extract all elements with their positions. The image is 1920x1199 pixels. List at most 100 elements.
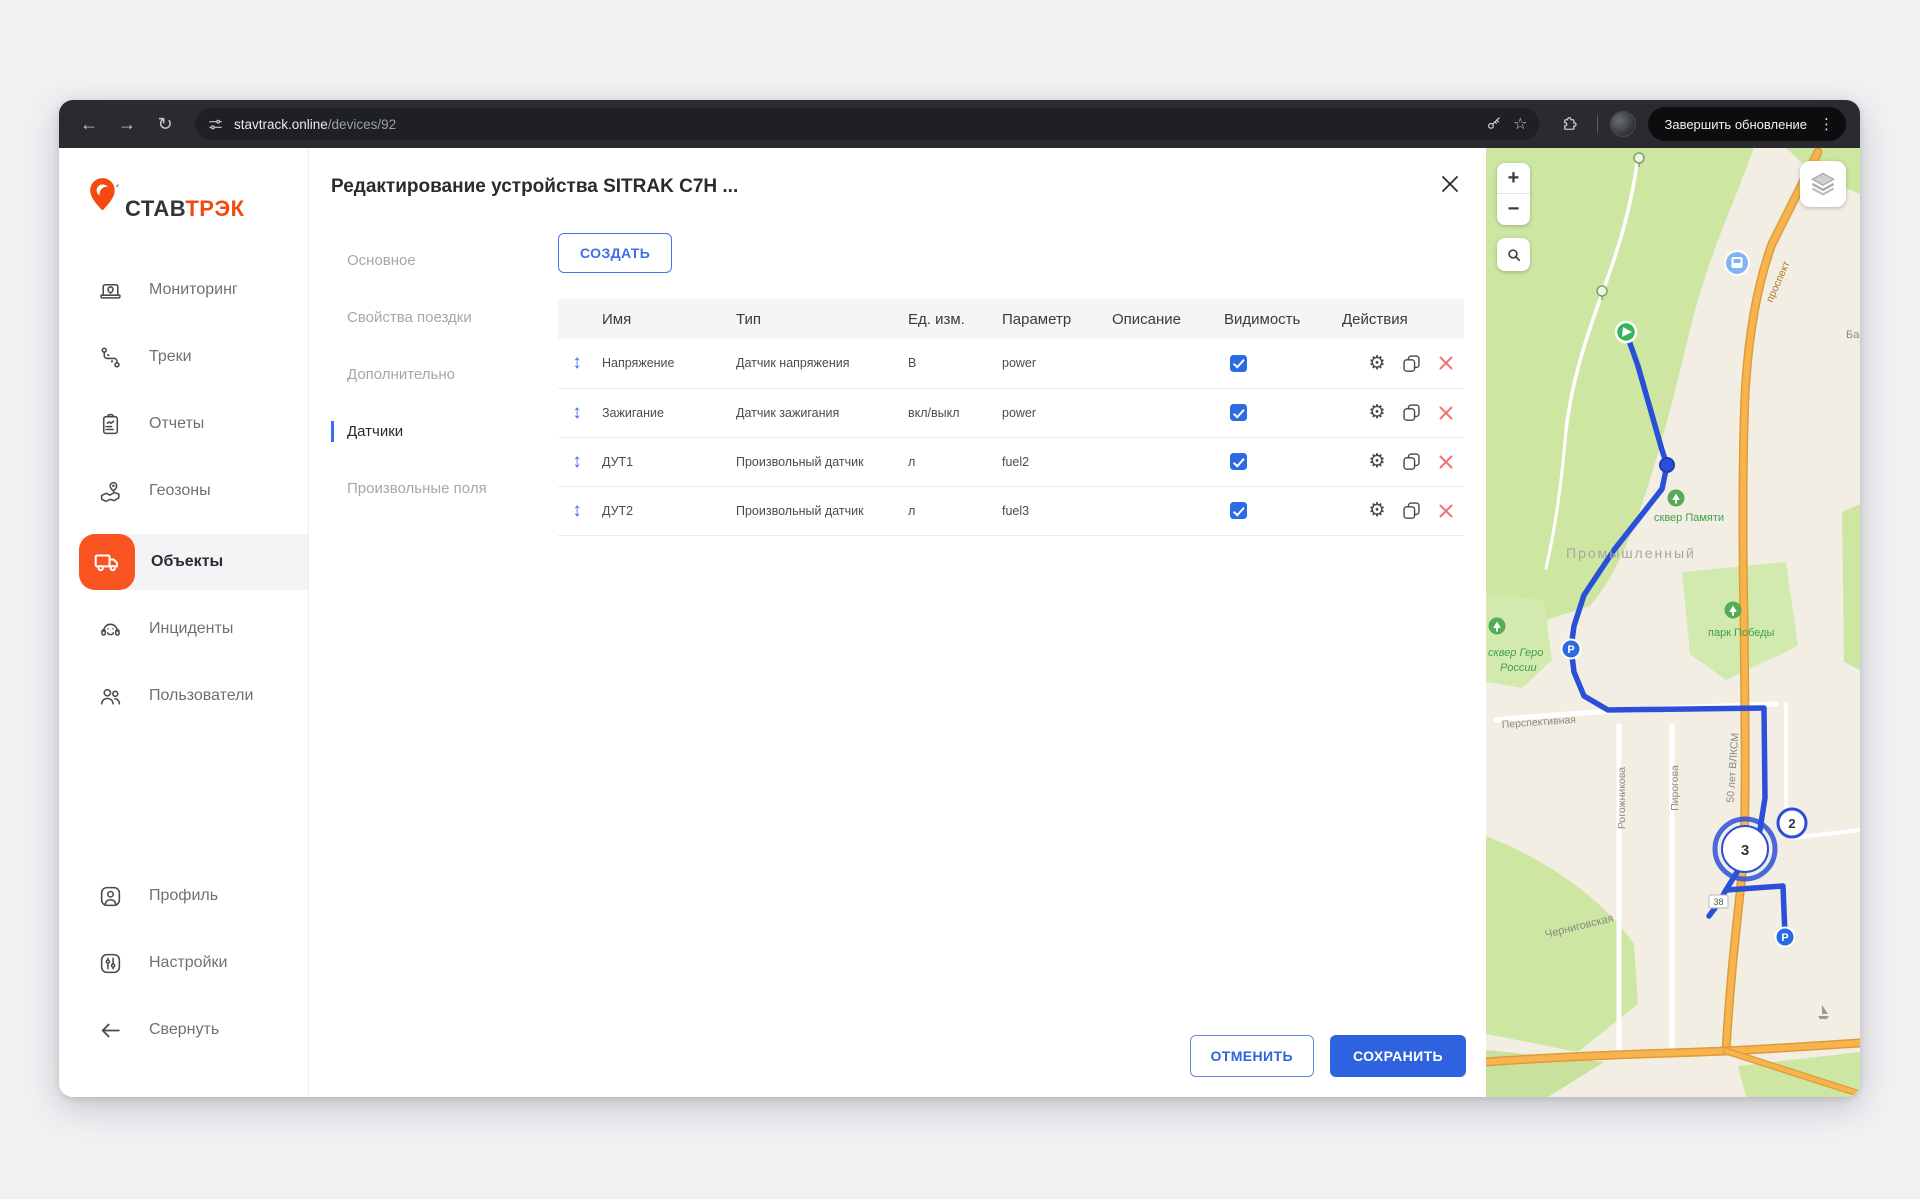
monitoring-icon bbox=[97, 277, 123, 303]
save-button[interactable]: СОХРАНИТЬ bbox=[1330, 1035, 1466, 1077]
cluster-marker-big[interactable]: 3 bbox=[1715, 819, 1775, 879]
editor-tab[interactable]: Основное bbox=[331, 250, 541, 271]
finish-update-button[interactable]: Завершить обновление ⋮ bbox=[1648, 107, 1846, 141]
cluster-marker-small[interactable]: 2 bbox=[1778, 809, 1806, 837]
close-icon[interactable] bbox=[1436, 170, 1464, 198]
logo-pin-icon bbox=[85, 175, 123, 226]
chrome-menu-icon[interactable]: ⋮ bbox=[1819, 115, 1834, 133]
visibility-checkbox[interactable] bbox=[1230, 404, 1247, 421]
sensor-settings-icon[interactable]: ⚙ bbox=[1365, 401, 1389, 425]
sensor-settings-icon[interactable]: ⚙ bbox=[1365, 499, 1389, 523]
map-search-button[interactable] bbox=[1497, 238, 1530, 271]
map-panel[interactable]: P P 38 2 bbox=[1486, 148, 1860, 1097]
sidebar-item-label: Инциденты bbox=[149, 620, 233, 638]
objects-truck-icon bbox=[79, 534, 135, 590]
sidebar-item-objects[interactable]: Объекты bbox=[79, 534, 308, 590]
sensor-delete-icon[interactable] bbox=[1434, 401, 1458, 425]
sensor-type: Произвольный датчик bbox=[730, 437, 902, 486]
device-editor-panel: Редактирование устройства SITRAK C7H ...… bbox=[309, 148, 1486, 1097]
sensor-copy-icon[interactable] bbox=[1400, 450, 1424, 474]
visibility-checkbox[interactable] bbox=[1230, 453, 1247, 470]
password-key-icon[interactable] bbox=[1485, 115, 1503, 133]
map-layers-button[interactable] bbox=[1800, 161, 1846, 207]
map-label-street: Бас bbox=[1846, 329, 1860, 341]
route-waypoint-dot[interactable] bbox=[1660, 458, 1674, 472]
sidebar-item-users[interactable]: Пользователи bbox=[59, 672, 308, 720]
road-shield: 38 bbox=[1709, 895, 1728, 908]
editor-tab[interactable]: Произвольные поля bbox=[331, 478, 541, 499]
editor-tab[interactable]: Свойства поездки bbox=[331, 307, 541, 328]
site-settings-icon[interactable] bbox=[207, 116, 224, 133]
drag-handle-icon[interactable]: ↕ bbox=[572, 402, 582, 423]
bus-stop-icon bbox=[1725, 251, 1749, 275]
drag-handle-icon[interactable]: ↕ bbox=[572, 451, 582, 472]
column-header: Параметр bbox=[996, 299, 1106, 339]
sidebar-item-monitoring[interactable]: Мониторинг bbox=[59, 266, 308, 314]
sensor-type: Датчик зажигания bbox=[730, 388, 902, 437]
map-zoom-control: + − bbox=[1497, 163, 1530, 225]
map-label-district: Промышленный bbox=[1566, 545, 1696, 561]
logo-text: СТАВТРЭК bbox=[125, 198, 245, 226]
sensor-unit: вкл/выкл bbox=[902, 388, 996, 437]
table-header-row: Имя Тип Ед. изм. Параметр Описание Видим… bbox=[558, 299, 1464, 339]
editor-tab[interactable]: Дополнительно bbox=[331, 364, 541, 385]
visibility-checkbox[interactable] bbox=[1230, 355, 1247, 372]
sidebar-item-incidents[interactable]: Инциденты bbox=[59, 605, 308, 653]
column-header: Видимость bbox=[1218, 299, 1336, 339]
map-label-park: сквер Памяти bbox=[1654, 512, 1724, 524]
visibility-checkbox[interactable] bbox=[1230, 502, 1247, 519]
users-icon bbox=[97, 683, 123, 709]
sidebar-item-label: Мониторинг bbox=[149, 281, 238, 299]
sensor-name: ДУТ1 bbox=[596, 437, 730, 486]
sensor-copy-icon[interactable] bbox=[1400, 401, 1424, 425]
sensor-delete-icon[interactable] bbox=[1434, 450, 1458, 474]
sidebar-item-label: Отчеты bbox=[149, 415, 204, 433]
column-header: Описание bbox=[1106, 299, 1218, 339]
svg-text:P: P bbox=[1567, 644, 1574, 656]
sensor-unit: л bbox=[902, 486, 996, 535]
tracks-icon bbox=[97, 344, 123, 370]
sensor-description bbox=[1106, 486, 1218, 535]
sidebar-item-geozones[interactable]: Геозоны bbox=[59, 467, 308, 515]
profile-avatar[interactable] bbox=[1610, 111, 1636, 137]
sensor-settings-icon[interactable]: ⚙ bbox=[1365, 351, 1389, 375]
map-label-street: Пирогова bbox=[1669, 765, 1681, 811]
sensor-copy-icon[interactable] bbox=[1400, 499, 1424, 523]
sensor-delete-icon[interactable] bbox=[1434, 351, 1458, 375]
layers-icon bbox=[1808, 169, 1838, 199]
sidebar-item-collapse[interactable]: Свернуть bbox=[59, 1006, 308, 1054]
parking-marker[interactable]: P bbox=[1776, 928, 1795, 949]
route-start-marker[interactable] bbox=[1616, 322, 1636, 342]
editor-footer: ОТМЕНИТЬ СОХРАНИТЬ bbox=[1190, 1035, 1467, 1077]
sidebar-item-profile[interactable]: Профиль bbox=[59, 872, 308, 920]
sensor-param: fuel2 bbox=[996, 437, 1106, 486]
drag-column-header bbox=[558, 299, 596, 339]
sidebar-item-reports[interactable]: Отчеты bbox=[59, 400, 308, 448]
zoom-in-button[interactable]: + bbox=[1497, 163, 1530, 194]
create-button[interactable]: СОЗДАТЬ bbox=[558, 233, 672, 273]
column-header: Ед. изм. bbox=[902, 299, 996, 339]
parking-marker[interactable]: P bbox=[1562, 640, 1581, 661]
incidents-icon bbox=[97, 616, 123, 642]
sensor-param: power bbox=[996, 388, 1106, 437]
forward-button[interactable]: → bbox=[111, 108, 143, 140]
bookmark-star-icon[interactable]: ☆ bbox=[1513, 114, 1527, 134]
sensor-copy-icon[interactable] bbox=[1400, 351, 1424, 375]
sensor-delete-icon[interactable] bbox=[1434, 499, 1458, 523]
reload-button[interactable]: ↻ bbox=[149, 108, 181, 140]
cancel-button[interactable]: ОТМЕНИТЬ bbox=[1190, 1035, 1314, 1077]
sidebar-item-label: Геозоны bbox=[149, 482, 211, 500]
editor-tab[interactable]: Датчики bbox=[331, 421, 541, 442]
url-bar[interactable]: stavtrack.online/devices/92 ☆ bbox=[195, 108, 1539, 140]
sensor-settings-icon[interactable]: ⚙ bbox=[1365, 450, 1389, 474]
sidebar-item-tracks[interactable]: Треки bbox=[59, 333, 308, 381]
toolbar-separator bbox=[1597, 115, 1598, 133]
extensions-icon[interactable] bbox=[1553, 108, 1585, 140]
sensor-row: ↕ Зажигание Датчик зажигания вкл/выкл po… bbox=[558, 388, 1464, 437]
drag-handle-icon[interactable]: ↕ bbox=[572, 352, 582, 373]
sensor-type: Произвольный датчик bbox=[730, 486, 902, 535]
sidebar-item-settings[interactable]: Настройки bbox=[59, 939, 308, 987]
back-button[interactable]: ← bbox=[73, 108, 105, 140]
zoom-out-button[interactable]: − bbox=[1497, 194, 1530, 225]
drag-handle-icon[interactable]: ↕ bbox=[572, 500, 582, 521]
